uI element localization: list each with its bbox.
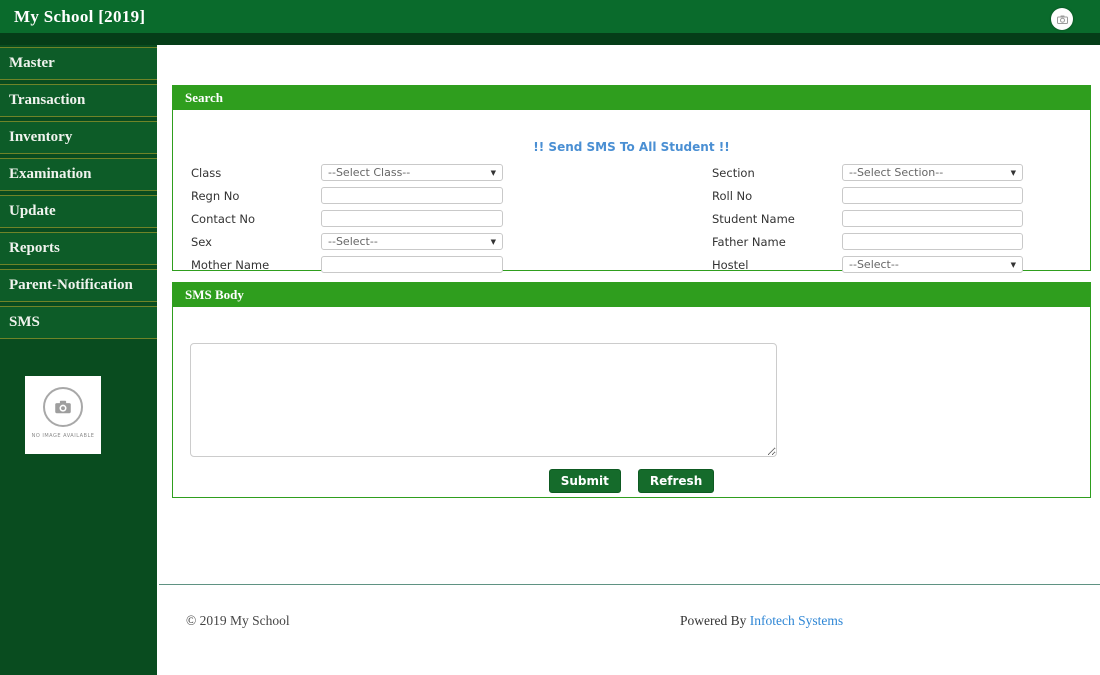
camera-icon	[1057, 15, 1068, 24]
sex-label: Sex	[191, 235, 321, 249]
search-panel: Search !! Send SMS To All Student !! Cla…	[172, 85, 1091, 271]
app-title: My School [2019]	[14, 0, 145, 33]
hostel-label: Hostel	[712, 258, 842, 272]
hostel-select-value: --Select--	[849, 258, 899, 271]
class-label: Class	[191, 166, 321, 180]
father-name-input[interactable]	[842, 233, 1023, 250]
sidebar: Master Transaction Inventory Examination…	[0, 45, 157, 675]
camera-icon	[54, 400, 72, 414]
send-sms-banner: !! Send SMS To All Student !!	[173, 140, 1090, 154]
chevron-down-icon: ▼	[1011, 169, 1016, 177]
sidebar-item-update[interactable]: Update	[0, 195, 157, 228]
sidebar-item-master[interactable]: Master	[0, 47, 157, 80]
roll-no-label: Roll No	[712, 189, 842, 203]
chevron-down-icon: ▼	[491, 238, 496, 246]
powered-by-text: Powered By	[680, 613, 746, 628]
submit-button[interactable]: Submit	[549, 469, 621, 493]
no-image-text: NO IMAGE AVAILABLE	[32, 433, 95, 439]
student-name-input[interactable]	[842, 210, 1023, 227]
search-panel-title: Search	[173, 86, 1090, 110]
student-name-label: Student Name	[712, 212, 842, 226]
contact-no-label: Contact No	[191, 212, 321, 226]
footer: © 2019 My School Powered By Infotech Sys…	[157, 605, 1100, 655]
sidebar-item-reports[interactable]: Reports	[0, 232, 157, 265]
header-underline	[0, 33, 1100, 45]
profile-photo-placeholder: NO IMAGE AVAILABLE	[25, 376, 101, 454]
search-form: Class --Select Class-- ▼ Section --Selec…	[191, 164, 1023, 273]
regn-no-label: Regn No	[191, 189, 321, 203]
photo-circle	[43, 387, 83, 427]
powered-by: Powered By Infotech Systems	[680, 613, 843, 629]
sidebar-item-sms[interactable]: SMS	[0, 306, 157, 339]
section-select-value: --Select Section--	[849, 166, 943, 179]
mother-name-label: Mother Name	[191, 258, 321, 272]
hostel-select[interactable]: --Select-- ▼	[842, 256, 1023, 273]
section-select[interactable]: --Select Section-- ▼	[842, 164, 1023, 181]
section-label: Section	[712, 166, 842, 180]
sms-body-area: Submit Refresh	[173, 343, 1090, 493]
sms-body-panel: SMS Body Submit Refresh	[172, 282, 1091, 498]
sidebar-item-parent-notification[interactable]: Parent-Notification	[0, 269, 157, 302]
sidebar-item-transaction[interactable]: Transaction	[0, 84, 157, 117]
sms-body-textarea[interactable]	[190, 343, 777, 457]
class-select[interactable]: --Select Class-- ▼	[321, 164, 503, 181]
footer-divider	[159, 584, 1100, 585]
roll-no-input[interactable]	[842, 187, 1023, 204]
mother-name-input[interactable]	[321, 256, 503, 273]
sms-body-panel-title: SMS Body	[173, 283, 1090, 307]
sex-select[interactable]: --Select-- ▼	[321, 233, 503, 250]
sidebar-menu: Master Transaction Inventory Examination…	[0, 45, 157, 339]
main-content: Search !! Send SMS To All Student !! Cla…	[157, 45, 1100, 675]
copyright-text: © 2019 My School	[186, 613, 290, 629]
sidebar-item-examination[interactable]: Examination	[0, 158, 157, 191]
button-row: Submit Refresh	[173, 469, 1090, 493]
father-name-label: Father Name	[712, 235, 842, 249]
contact-no-input[interactable]	[321, 210, 503, 227]
sidebar-item-inventory[interactable]: Inventory	[0, 121, 157, 154]
refresh-button[interactable]: Refresh	[638, 469, 714, 493]
app-header: My School [2019]	[0, 0, 1100, 33]
regn-no-input[interactable]	[321, 187, 503, 204]
chevron-down-icon: ▼	[1011, 261, 1016, 269]
profile-avatar[interactable]	[1051, 8, 1073, 30]
infotech-systems-link[interactable]: Infotech Systems	[750, 613, 843, 628]
chevron-down-icon: ▼	[491, 169, 496, 177]
class-select-value: --Select Class--	[328, 166, 410, 179]
sex-select-value: --Select--	[328, 235, 378, 248]
